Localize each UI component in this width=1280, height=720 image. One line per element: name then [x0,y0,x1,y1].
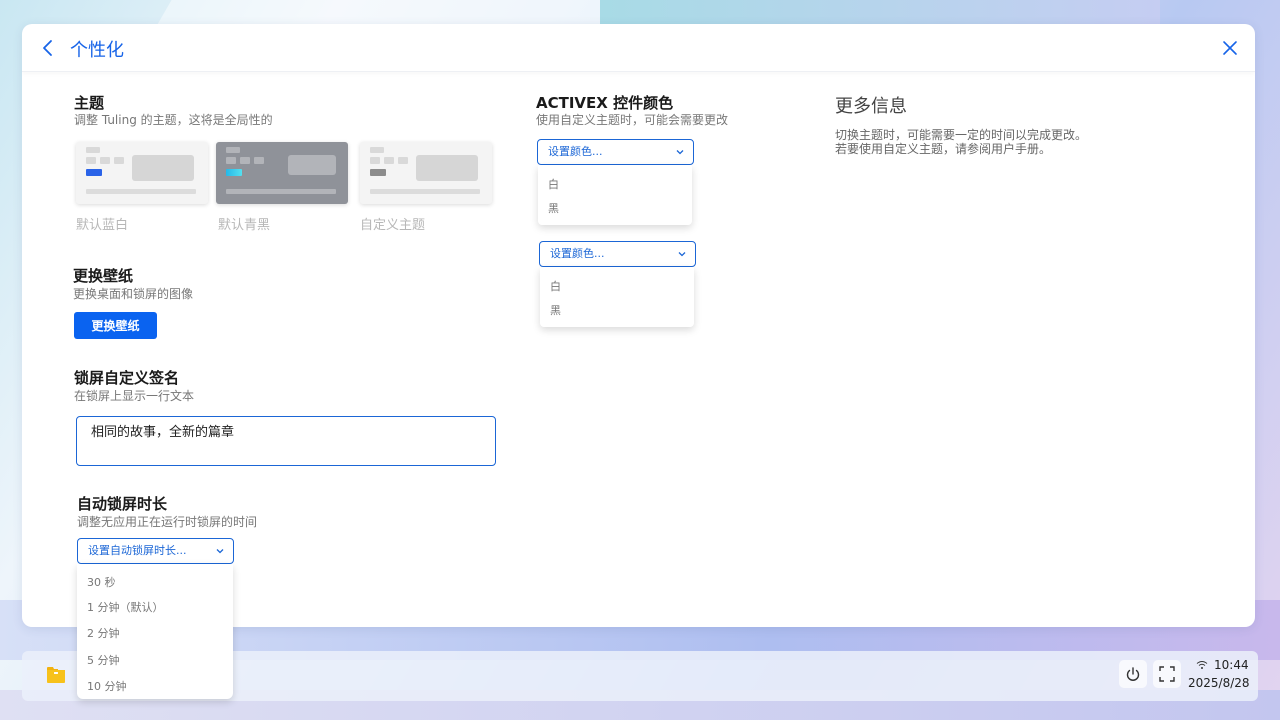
chevron-down-icon [676,150,684,155]
lock-signature-section-description: 在锁屏上显示一行文本 [74,389,195,403]
clock-time: 10:44 [1214,658,1249,672]
chevron-down-icon [678,252,686,257]
wallpaper-section-title: 更换壁纸 [73,267,134,285]
activex-color-select-2[interactable]: 设置颜色... [539,241,696,267]
folder-icon[interactable] [46,666,66,684]
activex-color-select-1[interactable]: 设置颜色... [537,139,694,165]
activex-color-select-2-value: 设置颜色... [550,247,605,260]
auto-lock-section-title: 自动锁屏时长 [77,495,168,513]
fullscreen-button[interactable] [1153,660,1181,688]
power-button[interactable] [1119,660,1147,688]
activex-color-select-1-value: 设置颜色... [548,145,603,158]
theme-label-custom: 自定义主题 [360,218,426,233]
wifi-icon[interactable] [1196,660,1208,670]
activex-section-title: ACTIVEX 控件颜色 [536,94,674,112]
theme-section-title: 主题 [74,94,105,112]
auto-lock-dropdown: 30 秒 1 分钟（默认） 2 分钟 5 分钟 10 分钟 [77,564,233,699]
page-title: 个性化 [70,40,124,61]
auto-lock-select-value: 设置自动锁屏时长... [88,544,187,557]
activex-section-description: 使用自定义主题时，可能会需要更改 [536,113,729,127]
more-info-title: 更多信息 [835,96,907,117]
dropdown-option-black[interactable]: 黑 [550,302,561,318]
activex-color-dropdown-2: 白 黑 [540,267,694,327]
auto-lock-option-1min[interactable]: 1 分钟（默认） [87,599,164,615]
dropdown-option-black[interactable]: 黑 [548,200,559,216]
back-icon[interactable] [38,38,58,58]
dropdown-option-white[interactable]: 白 [550,278,561,294]
theme-section-description: 调整 Tuling 的主题，这将是全局性的 [74,113,273,127]
auto-lock-option-10min[interactable]: 10 分钟 [87,678,127,694]
auto-lock-option-2min[interactable]: 2 分钟 [87,625,120,641]
fullscreen-icon [1159,666,1175,682]
theme-card-cyan-black[interactable] [216,142,348,204]
chevron-down-icon [216,549,224,554]
power-icon [1126,667,1140,681]
auto-lock-option-5min[interactable]: 5 分钟 [87,652,120,668]
title-bar: 个性化 [22,24,1255,72]
theme-card-blue-white[interactable] [76,142,208,204]
auto-lock-section-description: 调整无应用正在运行时锁屏的时间 [77,515,258,529]
close-icon[interactable] [1221,39,1239,57]
lock-signature-section-title: 锁屏自定义签名 [74,369,180,387]
activex-color-dropdown-1: 白 黑 [538,165,692,225]
theme-card-custom[interactable] [360,142,492,204]
theme-label-blue-white: 默认蓝白 [76,218,129,233]
auto-lock-select[interactable]: 设置自动锁屏时长... [77,538,234,564]
change-wallpaper-button[interactable]: 更换壁纸 [74,312,157,339]
clock-date: 2025/8/28 [1188,676,1250,690]
dropdown-option-white[interactable]: 白 [548,176,559,192]
theme-label-cyan-black: 默认青黑 [218,218,271,233]
lock-signature-input[interactable]: 相同的故事，全新的篇章 [76,416,496,466]
wallpaper-section-description: 更换桌面和锁屏的图像 [73,287,194,301]
more-info-line-2: 若要使用自定义主题，请参阅用户手册。 [835,142,1052,156]
settings-window: 个性化 主题 调整 Tuling 的主题，这将是全局性的 默认蓝白 默认青黑 自… [22,24,1255,627]
auto-lock-option-30s[interactable]: 30 秒 [87,574,116,590]
